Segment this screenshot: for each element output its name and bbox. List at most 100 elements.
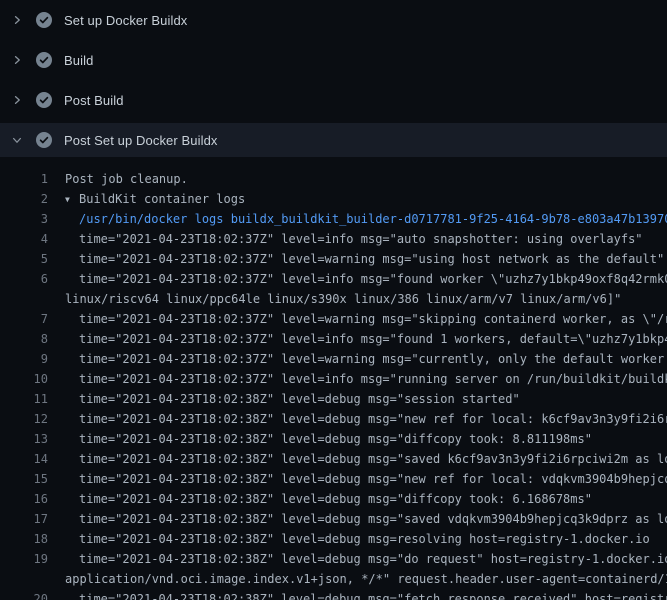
line-text-content: time="2021-04-23T18:02:38Z" level=debug …	[79, 392, 520, 406]
step-header-set-up-docker-buildx[interactable]: Set up Docker Buildx	[0, 0, 667, 40]
step-label: Set up Docker Buildx	[64, 13, 187, 28]
line-text: time="2021-04-23T18:02:37Z" level=info m…	[48, 329, 667, 349]
line-text-content: time="2021-04-23T18:02:38Z" level=debug …	[79, 412, 667, 426]
log-line: 12 time="2021-04-23T18:02:38Z" level=deb…	[0, 409, 667, 429]
line-number[interactable]: 12	[0, 409, 48, 429]
line-text: time="2021-04-23T18:02:37Z" level=warnin…	[48, 249, 664, 269]
log-line: linux/riscv64 linux/ppc64le linux/s390x …	[0, 289, 667, 309]
line-number[interactable]: 5	[0, 249, 48, 269]
line-text-content: time="2021-04-23T18:02:38Z" level=debug …	[79, 592, 667, 600]
log-line: 17 time="2021-04-23T18:02:38Z" level=deb…	[0, 509, 667, 529]
line-number[interactable]: 8	[0, 329, 48, 349]
log-group-expander-icon[interactable]: ▼	[65, 190, 79, 210]
line-text: time="2021-04-23T18:02:38Z" level=debug …	[48, 529, 650, 549]
line-number[interactable]: 11	[0, 389, 48, 409]
chevron-right-icon	[9, 12, 25, 28]
log-line: 5 time="2021-04-23T18:02:37Z" level=warn…	[0, 249, 667, 269]
line-text-content: time="2021-04-23T18:02:38Z" level=debug …	[79, 492, 592, 506]
line-text: ▼BuildKit container logs	[48, 189, 245, 209]
line-text-content: time="2021-04-23T18:02:37Z" level=warnin…	[79, 252, 664, 266]
log-line: application/vnd.oci.image.index.v1+json,…	[0, 569, 667, 589]
line-number[interactable]: 20	[0, 589, 48, 600]
line-text: time="2021-04-23T18:02:37Z" level=warnin…	[48, 309, 667, 329]
chevron-right-icon	[9, 92, 25, 108]
line-text: time="2021-04-23T18:02:37Z" level=info m…	[48, 269, 667, 289]
line-text: time="2021-04-23T18:02:38Z" level=debug …	[48, 509, 667, 529]
line-number[interactable]: 17	[0, 509, 48, 529]
line-number[interactable]: 19	[0, 549, 48, 569]
line-number[interactable]: 6	[0, 269, 48, 289]
line-text-content: time="2021-04-23T18:02:37Z" level=warnin…	[79, 312, 667, 326]
line-number[interactable]: 14	[0, 449, 48, 469]
log-line: 16 time="2021-04-23T18:02:38Z" level=deb…	[0, 489, 667, 509]
log-line: 10 time="2021-04-23T18:02:37Z" level=inf…	[0, 369, 667, 389]
log-line: 8 time="2021-04-23T18:02:37Z" level=info…	[0, 329, 667, 349]
line-text: time="2021-04-23T18:02:38Z" level=debug …	[48, 449, 667, 469]
line-number[interactable]: 16	[0, 489, 48, 509]
line-number[interactable]	[0, 289, 48, 309]
step-label: Post Set up Docker Buildx	[64, 133, 218, 148]
log-line: 6 time="2021-04-23T18:02:37Z" level=info…	[0, 269, 667, 289]
line-text: time="2021-04-23T18:02:37Z" level=warnin…	[48, 349, 667, 369]
log-line: 14 time="2021-04-23T18:02:38Z" level=deb…	[0, 449, 667, 469]
check-circle-icon	[36, 12, 52, 28]
line-text-content: time="2021-04-23T18:02:38Z" level=debug …	[79, 512, 667, 526]
chevron-down-icon	[9, 132, 25, 148]
log-line: 15 time="2021-04-23T18:02:38Z" level=deb…	[0, 469, 667, 489]
log-line: 13 time="2021-04-23T18:02:38Z" level=deb…	[0, 429, 667, 449]
line-text-content: time="2021-04-23T18:02:37Z" level=info m…	[79, 232, 643, 246]
line-text-content: time="2021-04-23T18:02:38Z" level=debug …	[79, 532, 650, 546]
line-number[interactable]: 10	[0, 369, 48, 389]
line-number[interactable]: 1	[0, 169, 48, 189]
line-number[interactable]: 15	[0, 469, 48, 489]
log-line: 3 /usr/bin/docker logs buildx_buildkit_b…	[0, 209, 667, 229]
step-label: Build	[64, 53, 93, 68]
log-line: 11 time="2021-04-23T18:02:38Z" level=deb…	[0, 389, 667, 409]
step-header-build[interactable]: Build	[0, 40, 667, 80]
line-text-content: /usr/bin/docker logs buildx_buildkit_bui…	[79, 212, 667, 226]
step-header-post-build[interactable]: Post Build	[0, 80, 667, 120]
line-number[interactable]: 9	[0, 349, 48, 369]
line-text: Post job cleanup.	[48, 169, 188, 189]
step-label: Post Build	[64, 93, 124, 108]
line-text: linux/riscv64 linux/ppc64le linux/s390x …	[48, 289, 621, 309]
line-text: time="2021-04-23T18:02:38Z" level=debug …	[48, 389, 520, 409]
check-circle-icon	[36, 52, 52, 68]
line-number[interactable]: 7	[0, 309, 48, 329]
line-text: time="2021-04-23T18:02:38Z" level=debug …	[48, 549, 667, 569]
step-header-post-set-up-docker-buildx[interactable]: Post Set up Docker Buildx	[0, 123, 667, 157]
line-text: /usr/bin/docker logs buildx_buildkit_bui…	[48, 209, 667, 229]
line-number[interactable]	[0, 569, 48, 589]
line-text-content: time="2021-04-23T18:02:37Z" level=info m…	[79, 332, 667, 346]
line-text-content: BuildKit container logs	[79, 192, 245, 206]
log-line: 1 Post job cleanup.	[0, 169, 667, 189]
log-line: 7 time="2021-04-23T18:02:37Z" level=warn…	[0, 309, 667, 329]
line-text-content: time="2021-04-23T18:02:38Z" level=debug …	[79, 432, 592, 446]
line-text: time="2021-04-23T18:02:38Z" level=debug …	[48, 489, 592, 509]
line-text-content: application/vnd.oci.image.index.v1+json,…	[65, 572, 667, 586]
log-lines[interactable]: 1 Post job cleanup. 2 ▼BuildKit containe…	[0, 160, 667, 600]
line-text-content: Post job cleanup.	[65, 172, 188, 186]
log-line: 2 ▼BuildKit container logs	[0, 189, 667, 209]
line-text: time="2021-04-23T18:02:37Z" level=info m…	[48, 229, 643, 249]
line-number[interactable]: 4	[0, 229, 48, 249]
line-text-content: time="2021-04-23T18:02:38Z" level=debug …	[79, 452, 667, 466]
line-number[interactable]: 13	[0, 429, 48, 449]
log-line: 9 time="2021-04-23T18:02:37Z" level=warn…	[0, 349, 667, 369]
workflow-log-viewer: Set up Docker Buildx Build	[0, 0, 667, 600]
line-text: time="2021-04-23T18:02:38Z" level=debug …	[48, 469, 667, 489]
line-text: application/vnd.oci.image.index.v1+json,…	[48, 569, 667, 589]
line-number[interactable]: 3	[0, 209, 48, 229]
line-number[interactable]: 18	[0, 529, 48, 549]
line-text-content: linux/riscv64 linux/ppc64le linux/s390x …	[65, 292, 621, 306]
line-number[interactable]: 2	[0, 189, 48, 209]
line-text-content: time="2021-04-23T18:02:37Z" level=warnin…	[79, 352, 667, 366]
check-circle-icon	[36, 92, 52, 108]
log-line: 4 time="2021-04-23T18:02:37Z" level=info…	[0, 229, 667, 249]
line-text: time="2021-04-23T18:02:38Z" level=debug …	[48, 409, 667, 429]
line-text: time="2021-04-23T18:02:37Z" level=info m…	[48, 369, 667, 389]
line-text: time="2021-04-23T18:02:38Z" level=debug …	[48, 429, 592, 449]
line-text: time="2021-04-23T18:02:38Z" level=debug …	[48, 589, 667, 600]
log-line: 18 time="2021-04-23T18:02:38Z" level=deb…	[0, 529, 667, 549]
log-line: 19 time="2021-04-23T18:02:38Z" level=deb…	[0, 549, 667, 569]
